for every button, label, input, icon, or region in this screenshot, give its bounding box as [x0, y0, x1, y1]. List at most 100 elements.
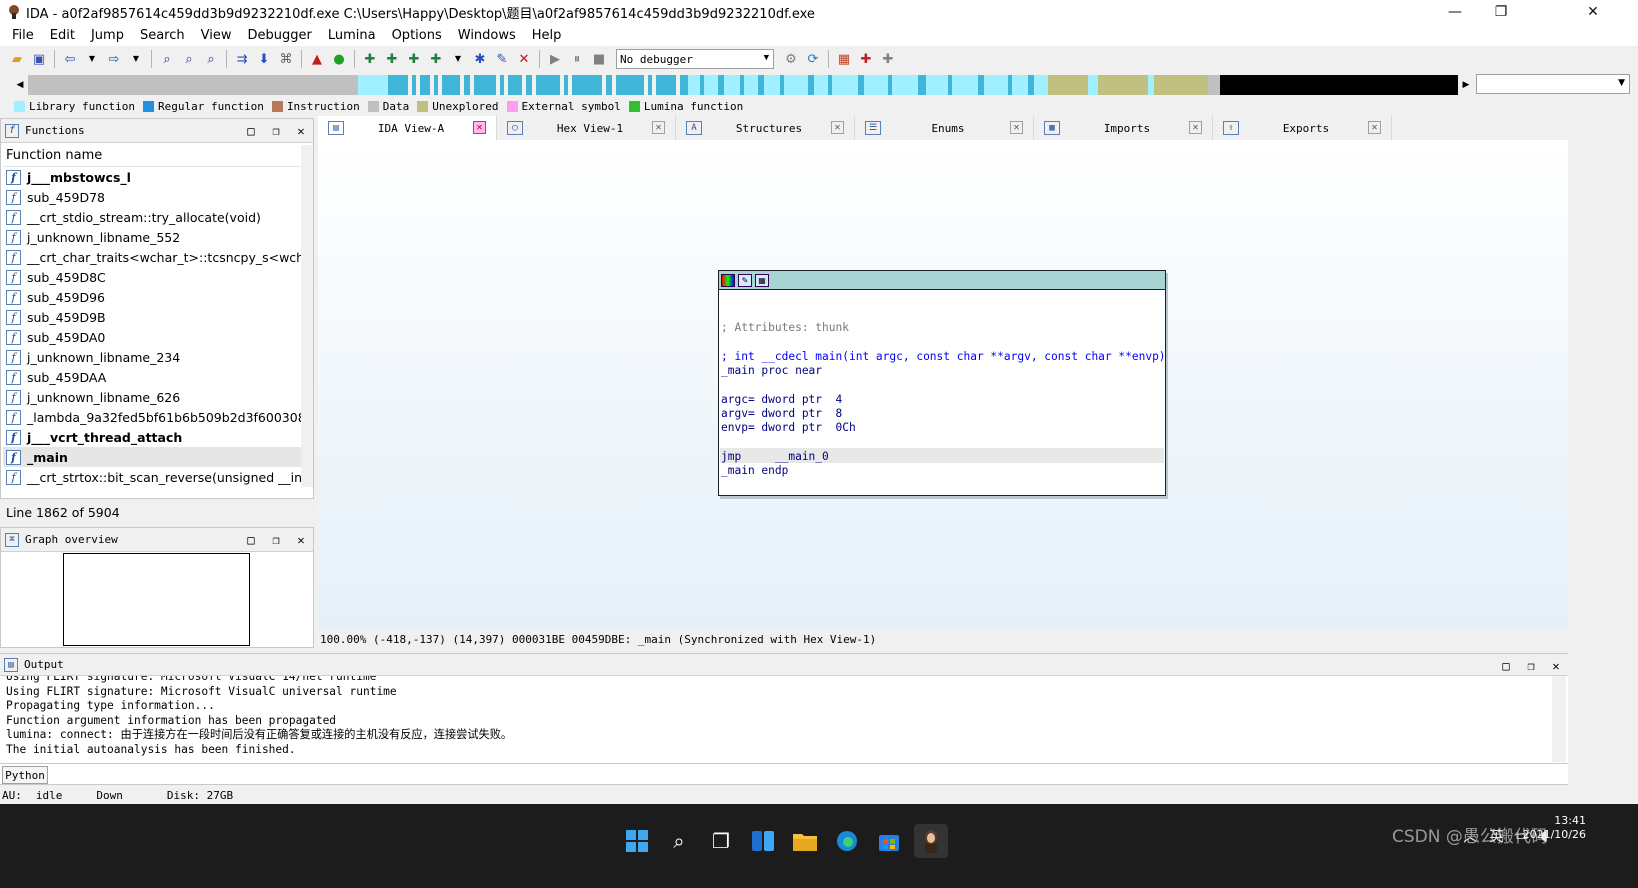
file-explorer-icon[interactable] — [788, 824, 822, 858]
asm-line[interactable]: jmp __main_0 — [721, 450, 829, 464]
tab-close-icon[interactable]: ✕ — [1010, 121, 1023, 134]
nav-combo[interactable]: ▼ — [1476, 74, 1630, 94]
windows-start-icon[interactable] — [620, 824, 654, 858]
function-list[interactable]: Function name f j___mbstowcs_l f sub_459D78… — [3, 145, 301, 487]
tab-close-icon[interactable]: ✕ — [831, 121, 844, 134]
ida-taskbar-icon[interactable] — [914, 824, 948, 858]
navigation-band[interactable] — [28, 75, 1458, 95]
pause-icon[interactable]: ⏸ — [568, 50, 586, 68]
menu-options[interactable]: Options — [384, 28, 450, 43]
tab-close-icon[interactable]: ✕ — [473, 121, 486, 134]
down-arrow-icon[interactable]: ⬇ — [255, 50, 273, 68]
asm-line[interactable]: ; Attributes: thunk — [721, 321, 849, 335]
tab-close-icon[interactable]: ✕ — [1368, 121, 1381, 134]
store-icon[interactable] — [872, 824, 906, 858]
calc-icon[interactable]: ▦ — [835, 50, 853, 68]
forward-arrow-icon[interactable]: ⇨ — [105, 50, 123, 68]
debugger-select[interactable]: No debugger ▼ — [616, 49, 774, 69]
menu-search[interactable]: Search — [132, 28, 193, 43]
asm-line[interactable]: argc= dword ptr 4 — [721, 393, 842, 407]
tab-close-icon[interactable]: ✕ — [1189, 121, 1202, 134]
play-icon[interactable]: ▶ — [546, 50, 564, 68]
output-text[interactable]: Using FLIRT signature: Microsoft VisualC… — [6, 676, 1546, 762]
add-struct-icon[interactable]: ✚ — [383, 50, 401, 68]
graph-vertical-scrollbar[interactable] — [1568, 140, 1582, 648]
function-row[interactable]: f sub_459DAA — [3, 367, 301, 387]
task-view-icon[interactable]: ❐ — [704, 824, 738, 858]
function-name-column-header[interactable]: Function name — [3, 145, 301, 167]
asm-line[interactable]: ; int __cdecl main(int argc, const char … — [721, 350, 1166, 364]
function-row[interactable]: f j_unknown_libname_234 — [3, 347, 301, 367]
dropdown-arrow-icon[interactable]: ▼ — [449, 50, 467, 68]
panel-maximize-icon[interactable]: □ — [1494, 654, 1518, 678]
panel-maximize-icon[interactable]: □ — [239, 119, 263, 143]
function-row[interactable]: f j___vcrt_thread_attach — [3, 427, 301, 447]
bug-icon[interactable]: ✱ — [471, 50, 489, 68]
search-text-icon[interactable]: ⌕ — [180, 50, 198, 68]
search-icon[interactable]: ⌕ — [662, 824, 696, 858]
function-row[interactable]: f sub_459D96 — [3, 287, 301, 307]
function-row[interactable]: f sub_459DA0 — [3, 327, 301, 347]
menu-windows[interactable]: Windows — [450, 28, 524, 43]
panel-close-icon[interactable]: ✕ — [289, 528, 313, 552]
open-folder-icon[interactable]: ▰ — [8, 50, 26, 68]
function-row[interactable]: f __crt_strtox::bit_scan_reverse(unsigned… — [3, 467, 301, 487]
tab-hex-view-1[interactable]: ◯ Hex View-1 ✕ — [497, 116, 676, 140]
graph-icon[interactable]: ⌘ — [277, 50, 295, 68]
menu-debugger[interactable]: Debugger — [239, 28, 319, 43]
asm-line[interactable]: argv= dword ptr 8 — [721, 407, 842, 421]
function-row[interactable]: f __crt_char_traits<wchar_t>::tcsncpy_s<w… — [3, 247, 301, 267]
asm-line[interactable]: _main proc near — [721, 364, 822, 378]
panel-close-icon[interactable]: ✕ — [1544, 654, 1568, 678]
edge-browser-icon[interactable] — [830, 824, 864, 858]
function-row[interactable]: f sub_459D78 — [3, 187, 301, 207]
search-immediate-icon[interactable]: ⌕ — [202, 50, 220, 68]
add-enum-icon[interactable]: ✚ — [405, 50, 423, 68]
menu-file[interactable]: File — [4, 28, 42, 43]
menu-edit[interactable]: Edit — [42, 28, 83, 43]
nav-left-arrow-icon[interactable]: ◀ — [14, 74, 26, 96]
node-color-icon[interactable] — [721, 273, 735, 287]
function-row[interactable]: f _main — [3, 447, 301, 467]
function-row[interactable]: f j_unknown_libname_552 — [3, 227, 301, 247]
panel-float-icon[interactable]: ❐ — [264, 119, 288, 143]
asm-line[interactable]: envp= dword ptr 0Ch — [721, 421, 856, 435]
minimize-button[interactable]: — — [1432, 0, 1478, 24]
back-arrow-icon[interactable]: ⇦ — [61, 50, 79, 68]
save-icon[interactable]: ▣ — [30, 50, 48, 68]
tab-exports[interactable]: ⇪ Exports ✕ — [1213, 116, 1392, 140]
python-language-button[interactable]: Python — [2, 766, 48, 784]
tab-ida-view-a[interactable]: ▤ IDA View-A ✕ — [318, 116, 497, 140]
tab-close-icon[interactable]: ✕ — [652, 121, 665, 134]
search-binary-icon[interactable]: ⌕ — [158, 50, 176, 68]
output-scrollbar[interactable] — [1552, 676, 1566, 762]
function-row[interactable]: f _lambda_9a32fed5bf61b6b509b2d3f6003082a… — [3, 407, 301, 427]
function-row[interactable]: f __crt_stdio_stream::try_allocate(void) — [3, 207, 301, 227]
graph-node-main[interactable]: ✎ ▦ ; Attributes: thunk ; int __cdecl mai… — [718, 270, 1166, 496]
menu-help[interactable]: Help — [524, 28, 570, 43]
panel-close-icon[interactable]: ✕ — [289, 119, 313, 143]
edit-icon[interactable]: ✎ — [493, 50, 511, 68]
python-command-input[interactable] — [50, 766, 1564, 784]
widgets-icon[interactable] — [746, 824, 780, 858]
panel-float-icon[interactable]: ❐ — [1519, 654, 1543, 678]
tab-structures[interactable]: A Structures ✕ — [676, 116, 855, 140]
graph-overview-viewport[interactable] — [63, 553, 250, 646]
close-button[interactable]: ✕ — [1570, 0, 1616, 24]
node-edit-icon[interactable]: ✎ — [738, 273, 752, 287]
tab-enums[interactable]: ☰ Enums ✕ — [855, 116, 1034, 140]
refresh-icon[interactable]: ⟳ — [804, 50, 822, 68]
debug-options-icon[interactable]: ⚙ — [782, 50, 800, 68]
warning-icon[interactable]: ▲ — [308, 50, 326, 68]
nav-right-arrow-icon[interactable]: ▶ — [1460, 74, 1472, 96]
jump-icon[interactable]: ⇉ — [233, 50, 251, 68]
menu-lumina[interactable]: Lumina — [320, 28, 384, 43]
menu-view[interactable]: View — [193, 28, 240, 43]
tab-imports[interactable]: ▦ Imports ✕ — [1034, 116, 1213, 140]
function-row[interactable]: f sub_459D8C — [3, 267, 301, 287]
dropdown-arrow-icon[interactable]: ▼ — [127, 50, 145, 68]
add-xref-icon[interactable]: ✚ — [427, 50, 445, 68]
asm-line[interactable]: _main endp — [721, 464, 788, 478]
stop-icon[interactable]: ■ — [590, 50, 608, 68]
dropdown-arrow-icon[interactable]: ▼ — [83, 50, 101, 68]
